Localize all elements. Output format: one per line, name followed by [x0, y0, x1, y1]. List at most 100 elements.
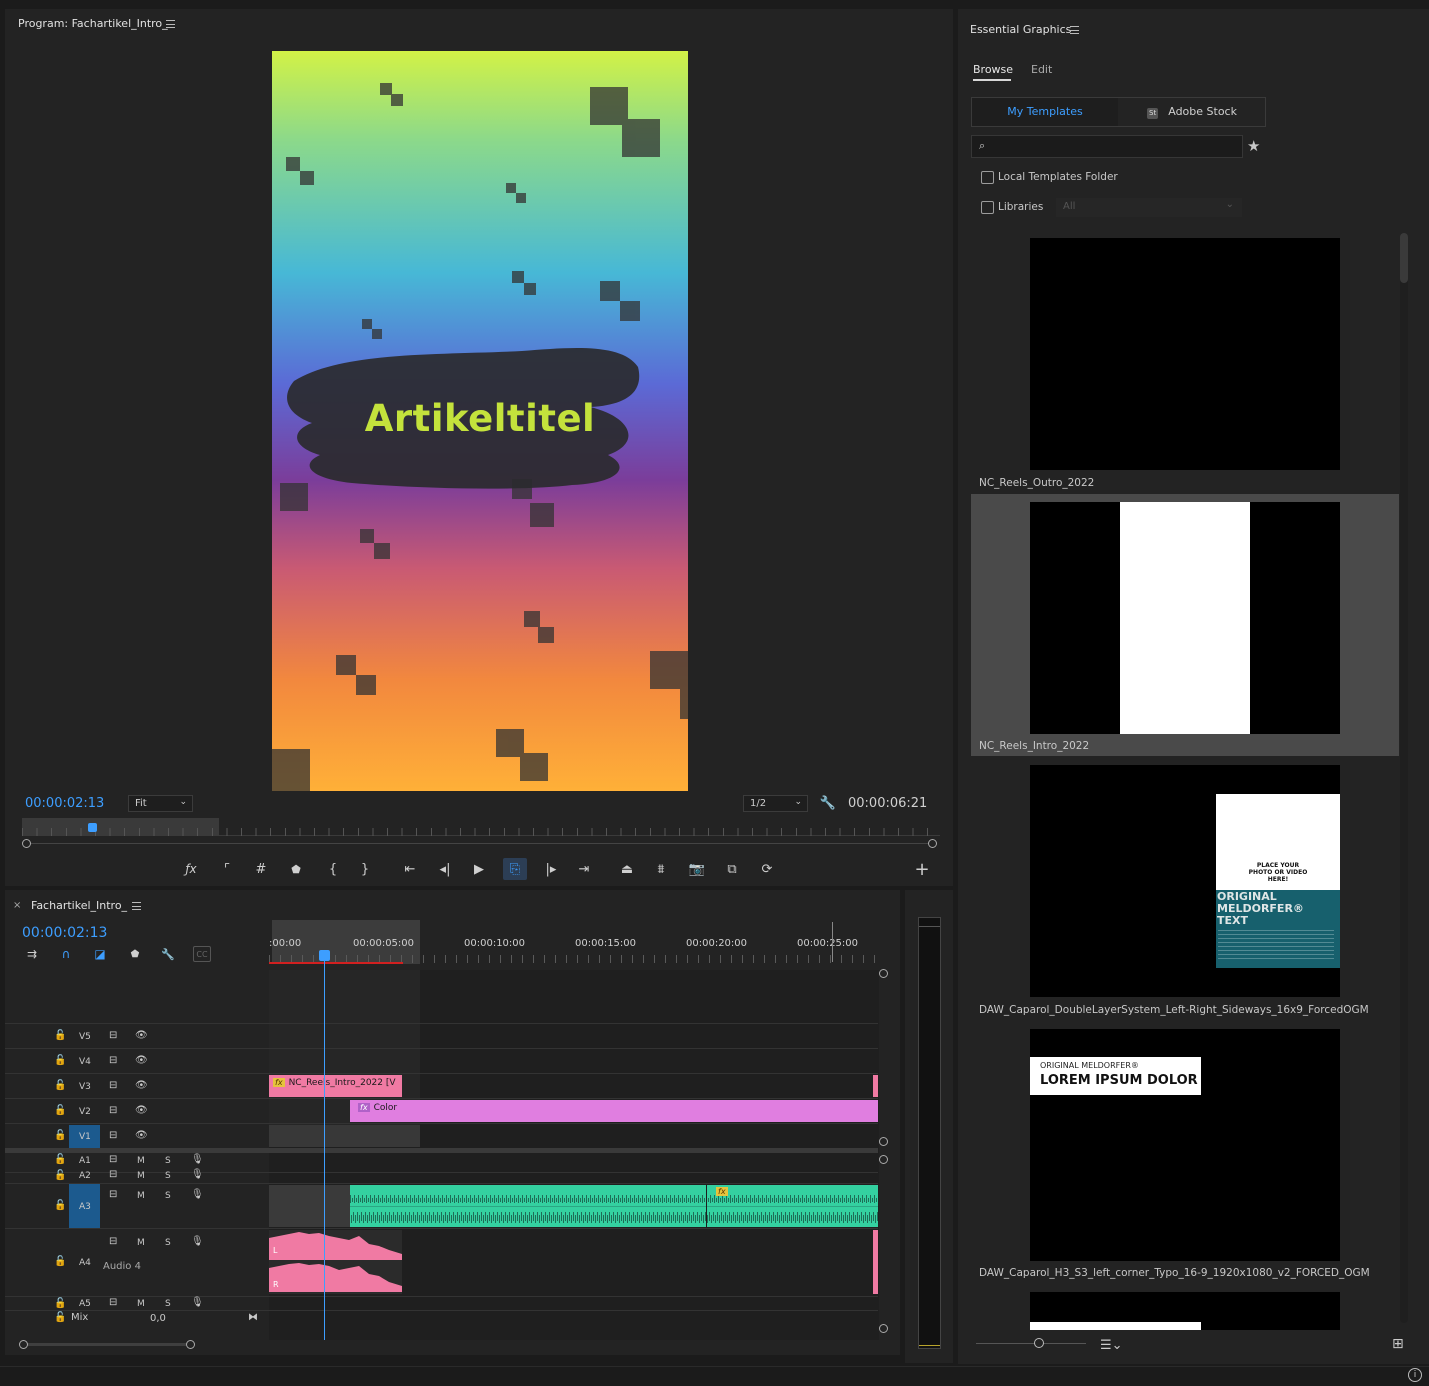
lock-icon[interactable]: 🔓: [54, 1154, 66, 1165]
info-icon[interactable]: i: [1408, 1368, 1422, 1382]
sync-lock-icon[interactable]: ⊟: [109, 1105, 117, 1116]
sync-lock-icon[interactable]: ⊟: [109, 1154, 117, 1165]
loop-export-icon[interactable]: ⎘: [503, 858, 527, 880]
panel-menu-icon[interactable]: [132, 902, 141, 910]
lock-icon[interactable]: 🔓: [54, 1030, 66, 1041]
track-label-a2[interactable]: A2: [79, 1171, 91, 1181]
lock-icon[interactable]: 🔓: [54, 1200, 66, 1211]
timeline-playhead-handle[interactable]: [319, 950, 330, 961]
playhead-marker[interactable]: [88, 823, 97, 832]
lock-icon[interactable]: 🔓: [54, 1256, 66, 1267]
horizontal-scrollbar[interactable]: [19, 1340, 195, 1349]
sync-lock-icon[interactable]: ⊟: [109, 1297, 117, 1308]
lock-icon[interactable]: 🔓: [54, 1105, 66, 1116]
mark-in-icon[interactable]: {: [323, 859, 343, 879]
tab-edit[interactable]: Edit: [1031, 63, 1052, 76]
mute-button[interactable]: M: [137, 1299, 145, 1309]
microphone-icon[interactable]: 🎙: [191, 1189, 204, 1200]
extract-icon[interactable]: ⩩: [651, 859, 671, 879]
export-frame-camera-icon[interactable]: 📷: [687, 859, 707, 879]
eye-icon[interactable]: 👁: [135, 1105, 148, 1116]
captions-icon[interactable]: CC: [193, 946, 211, 962]
step-forward-icon[interactable]: |▸: [541, 859, 561, 879]
solo-button[interactable]: S: [165, 1191, 171, 1201]
star-favorites-icon[interactable]: ★: [1247, 137, 1260, 155]
sync-lock-icon[interactable]: ⊟: [109, 1236, 117, 1247]
track-label-a5[interactable]: A5: [79, 1299, 91, 1309]
go-to-in-icon[interactable]: ⇤: [400, 859, 420, 879]
multicam-icon[interactable]: ⟳: [757, 859, 777, 879]
solo-button[interactable]: S: [165, 1238, 171, 1248]
clip-v3-tail[interactable]: [873, 1075, 878, 1097]
lock-icon[interactable]: 🔓: [54, 1130, 66, 1141]
mute-button[interactable]: M: [137, 1171, 145, 1181]
search-input[interactable]: ⌕: [971, 135, 1243, 158]
template-item[interactable]: [971, 1286, 1399, 1330]
insert-nest-icon[interactable]: ⇉: [23, 946, 41, 962]
clip-a4-audio[interactable]: L R: [269, 1230, 402, 1294]
clip-a4-tail[interactable]: [873, 1230, 878, 1294]
microphone-icon[interactable]: 🎙: [191, 1154, 204, 1165]
eye-icon[interactable]: 👁: [135, 1055, 148, 1066]
program-playhead-timecode[interactable]: 00:00:02:13: [25, 796, 104, 811]
essential-graphics-title[interactable]: Essential Graphics: [970, 23, 1071, 36]
track-label-v5[interactable]: V5: [79, 1032, 91, 1042]
track-label-v3[interactable]: V3: [79, 1082, 91, 1092]
mix-end-icon[interactable]: ⧓: [248, 1312, 258, 1323]
mark-out-icon[interactable]: }: [355, 859, 375, 879]
linked-selection-icon[interactable]: ◪: [91, 946, 109, 962]
solo-button[interactable]: S: [165, 1299, 171, 1309]
mute-button[interactable]: M: [137, 1191, 145, 1201]
template-item[interactable]: ORIGINAL MELDORFER® LOREM IPSUM DOLOR DA…: [971, 1022, 1399, 1284]
track-label-v1[interactable]: V1: [79, 1132, 91, 1142]
timeline-playhead-timecode[interactable]: 00:00:02:13: [22, 925, 107, 941]
mix-volume-value[interactable]: 0,0: [150, 1313, 166, 1324]
zoom-dropdown[interactable]: Fit ⌄: [128, 795, 193, 812]
mute-button[interactable]: M: [137, 1238, 145, 1248]
sync-lock-icon[interactable]: ⊟: [109, 1080, 117, 1091]
zoom-scrollbar[interactable]: [22, 839, 937, 848]
panel-menu-icon[interactable]: [1070, 26, 1079, 34]
close-icon[interactable]: ×: [13, 900, 21, 911]
fx-icon[interactable]: ƒx: [181, 859, 201, 879]
play-icon[interactable]: ▶: [469, 859, 489, 879]
clip-v3-intro[interactable]: fx NC_Reels_Intro_2022 [V: [269, 1075, 402, 1097]
solo-button[interactable]: S: [165, 1171, 171, 1181]
resolution-dropdown[interactable]: 1/2 ⌄: [743, 795, 808, 812]
sync-lock-icon[interactable]: ⊟: [109, 1055, 117, 1066]
sync-lock-icon[interactable]: ⊟: [109, 1030, 117, 1041]
lift-icon[interactable]: ⏏: [617, 859, 637, 879]
vertical-scroll-handle[interactable]: [879, 1155, 888, 1164]
snap-magnet-icon[interactable]: ∩: [57, 946, 75, 962]
add-marker-icon[interactable]: ⬟: [286, 859, 306, 879]
thumbnail-size-slider[interactable]: [976, 1338, 1086, 1350]
new-item-icon[interactable]: ⊞: [1392, 1336, 1404, 1352]
libraries-checkbox[interactable]: [981, 201, 994, 214]
track-label-a1[interactable]: A1: [79, 1156, 91, 1166]
template-item[interactable]: PLACE YOUR PHOTO OR VIDEO HERE! ORIGINAL…: [971, 758, 1399, 1020]
template-item[interactable]: NC_Reels_Outro_2022: [971, 230, 1399, 492]
eye-icon[interactable]: 👁: [135, 1130, 148, 1141]
timeline-ruler[interactable]: :00:00 00:00:05:00 00:00:10:00 00:00:15:…: [269, 920, 879, 964]
mute-button[interactable]: M: [137, 1156, 145, 1166]
tab-my-templates[interactable]: My Templates: [972, 98, 1118, 126]
safe-margins-icon[interactable]: ⌜: [217, 859, 237, 879]
template-list-scrollbar[interactable]: [1400, 233, 1408, 1323]
eye-icon[interactable]: 👁: [135, 1080, 148, 1091]
microphone-icon[interactable]: 🎙: [191, 1236, 204, 1247]
solo-button[interactable]: S: [165, 1156, 171, 1166]
clip-a3-audio[interactable]: fx: [350, 1185, 878, 1227]
settings-wrench-icon[interactable]: 🔧: [819, 794, 837, 812]
microphone-icon[interactable]: 🎙: [191, 1169, 204, 1180]
sequence-tab[interactable]: Fachartikel_Intro_: [31, 899, 127, 912]
lock-icon[interactable]: 🔓: [54, 1312, 66, 1323]
lock-icon[interactable]: 🔓: [54, 1080, 66, 1091]
sync-lock-icon[interactable]: ⊟: [109, 1169, 117, 1180]
program-monitor-title[interactable]: Program: Fachartikel_Intro_: [18, 17, 168, 30]
sort-list-icon[interactable]: ☰⌄: [1100, 1338, 1123, 1353]
program-time-ruler[interactable]: [22, 818, 940, 836]
vertical-scroll-handle[interactable]: [879, 1324, 888, 1333]
track-label-v4[interactable]: V4: [79, 1057, 91, 1067]
go-to-out-icon[interactable]: ⇥: [574, 859, 594, 879]
grid-icon[interactable]: #: [251, 859, 271, 879]
